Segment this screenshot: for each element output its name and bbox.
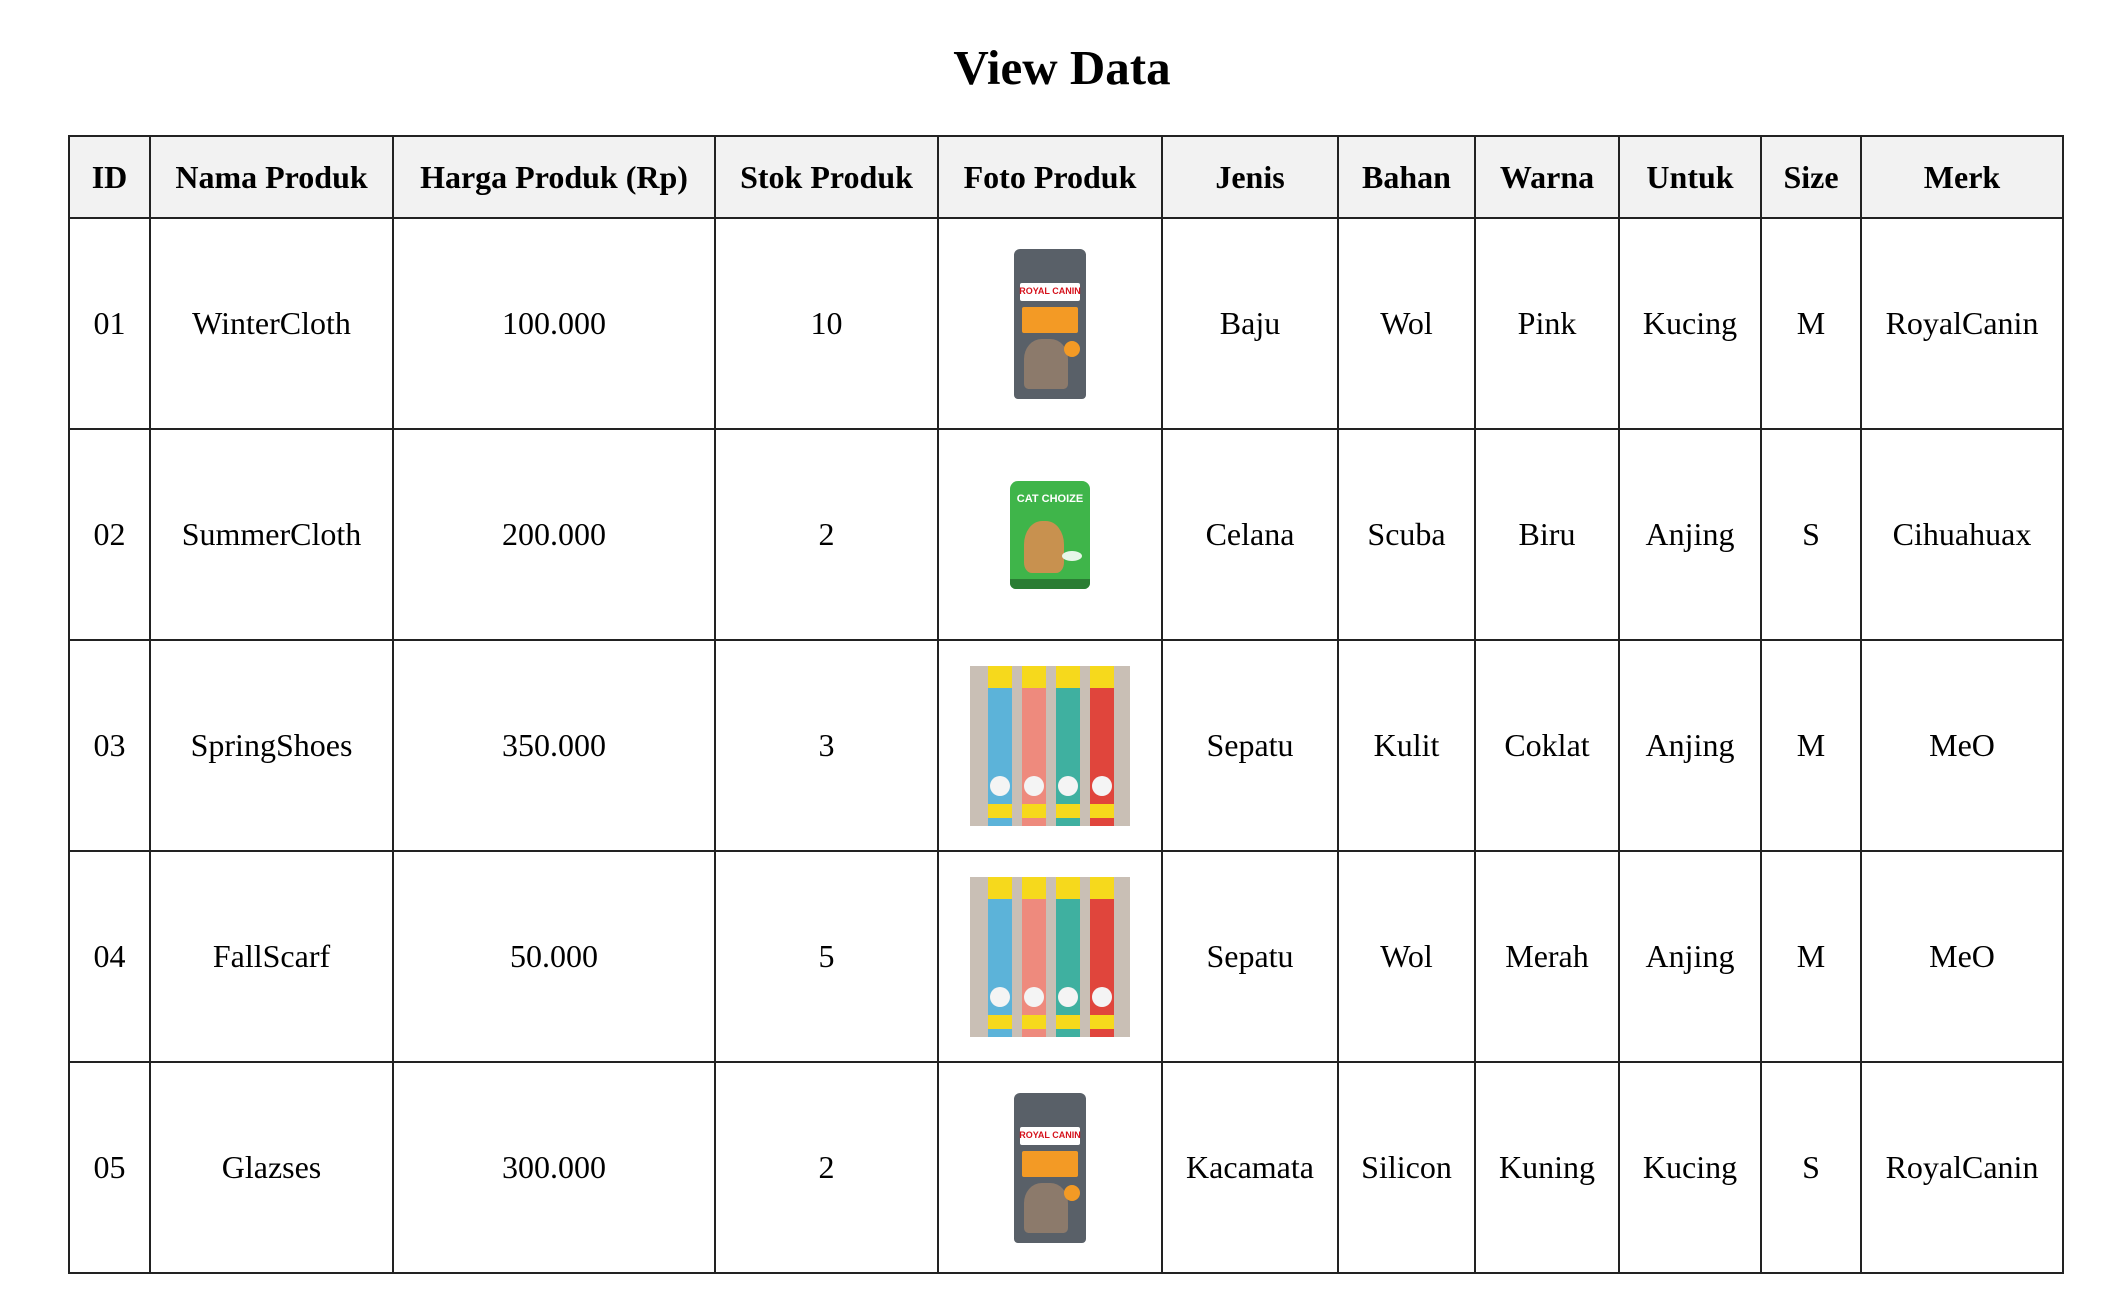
cell-warna: Biru: [1474, 428, 1620, 641]
cell-id: 03: [68, 639, 151, 852]
cell-jenis: Kacamata: [1161, 1061, 1339, 1274]
product-photo-cat-choize: CAT CHOIZE: [1010, 480, 1090, 589]
cell-bahan: Wol: [1337, 850, 1476, 1063]
cell-harga-produk: 50.000: [392, 850, 716, 1063]
table-header-row: ID Nama Produk Harga Produk (Rp) Stok Pr…: [68, 135, 2064, 219]
cell-merk: MeO: [1860, 850, 2064, 1063]
cell-foto-produk: [937, 639, 1163, 852]
cell-stok-produk: 2: [714, 428, 939, 641]
cell-nama-produk: WinterCloth: [149, 217, 394, 430]
cell-stok-produk: 5: [714, 850, 939, 1063]
cell-foto-produk: ROYAL CANIN: [937, 1061, 1163, 1274]
product-photo-meo-treats: [970, 665, 1130, 826]
cell-stok-produk: 2: [714, 1061, 939, 1274]
header-merk: Merk: [1860, 135, 2064, 219]
cell-harga-produk: 100.000: [392, 217, 716, 430]
cell-nama-produk: Glazses: [149, 1061, 394, 1274]
header-stok-produk: Stok Produk: [714, 135, 939, 219]
table-row: 01 WinterCloth 100.000 10 ROYAL CANIN Ba…: [68, 217, 2064, 430]
cell-nama-produk: FallScarf: [149, 850, 394, 1063]
cell-foto-produk: [937, 850, 1163, 1063]
cell-harga-produk: 200.000: [392, 428, 716, 641]
cell-size: S: [1760, 428, 1862, 641]
cell-id: 01: [68, 217, 151, 430]
header-harga-produk: Harga Produk (Rp): [392, 135, 716, 219]
cell-size: M: [1760, 217, 1862, 430]
cell-untuk: Kucing: [1618, 1061, 1762, 1274]
cell-size: S: [1760, 1061, 1862, 1274]
header-jenis: Jenis: [1161, 135, 1339, 219]
header-size: Size: [1760, 135, 1862, 219]
header-foto-produk: Foto Produk: [937, 135, 1163, 219]
cell-jenis: Sepatu: [1161, 639, 1339, 852]
table-row: 05 Glazses 300.000 2 ROYAL CANIN Kacamat…: [68, 1061, 2064, 1274]
product-photo-royal-canin: ROYAL CANIN: [1014, 1092, 1086, 1243]
cell-merk: RoyalCanin: [1860, 1061, 2064, 1274]
cell-id: 04: [68, 850, 151, 1063]
table-row: 03 SpringShoes 350.000 3 Sepatu Kulit Co…: [68, 639, 2064, 852]
cell-untuk: Anjing: [1618, 850, 1762, 1063]
cell-bahan: Silicon: [1337, 1061, 1476, 1274]
cell-bahan: Scuba: [1337, 428, 1476, 641]
cell-id: 05: [68, 1061, 151, 1274]
cell-untuk: Kucing: [1618, 217, 1762, 430]
cell-nama-produk: SummerCloth: [149, 428, 394, 641]
cell-warna: Merah: [1474, 850, 1620, 1063]
product-photo-royal-canin: ROYAL CANIN: [1014, 248, 1086, 399]
cell-foto-produk: CAT CHOIZE: [937, 428, 1163, 641]
header-id: ID: [68, 135, 151, 219]
cell-stok-produk: 10: [714, 217, 939, 430]
cell-size: M: [1760, 850, 1862, 1063]
cell-bahan: Wol: [1337, 217, 1476, 430]
royal-canin-logo: ROYAL CANIN: [1019, 285, 1081, 296]
page-title: View Data: [953, 40, 1171, 95]
cell-merk: RoyalCanin: [1860, 217, 2064, 430]
header-untuk: Untuk: [1618, 135, 1762, 219]
table-row: 02 SummerCloth 200.000 2 CAT CHOIZE Cela…: [68, 428, 2064, 641]
cell-warna: Kuning: [1474, 1061, 1620, 1274]
header-nama-produk: Nama Produk: [149, 135, 394, 219]
cat-choize-logo: CAT CHOIZE: [1016, 492, 1084, 505]
cell-bahan: Kulit: [1337, 639, 1476, 852]
royal-canin-logo: ROYAL CANIN: [1019, 1129, 1081, 1140]
cell-stok-produk: 3: [714, 639, 939, 852]
cell-id: 02: [68, 428, 151, 641]
product-photo-meo-treats: [970, 876, 1130, 1037]
cell-nama-produk: SpringShoes: [149, 639, 394, 852]
cell-foto-produk: ROYAL CANIN: [937, 217, 1163, 430]
cell-jenis: Sepatu: [1161, 850, 1339, 1063]
cell-merk: Cihuahuax: [1860, 428, 2064, 641]
cell-untuk: Anjing: [1618, 639, 1762, 852]
product-table: ID Nama Produk Harga Produk (Rp) Stok Pr…: [68, 135, 2064, 1274]
cell-untuk: Anjing: [1618, 428, 1762, 641]
cell-harga-produk: 300.000: [392, 1061, 716, 1274]
cell-size: M: [1760, 639, 1862, 852]
cell-jenis: Baju: [1161, 217, 1339, 430]
cell-warna: Pink: [1474, 217, 1620, 430]
table-row: 04 FallScarf 50.000 5 Sepatu Wol Merah A…: [68, 850, 2064, 1063]
cell-merk: MeO: [1860, 639, 2064, 852]
cell-jenis: Celana: [1161, 428, 1339, 641]
cell-warna: Coklat: [1474, 639, 1620, 852]
header-bahan: Bahan: [1337, 135, 1476, 219]
cell-harga-produk: 350.000: [392, 639, 716, 852]
header-warna: Warna: [1474, 135, 1620, 219]
